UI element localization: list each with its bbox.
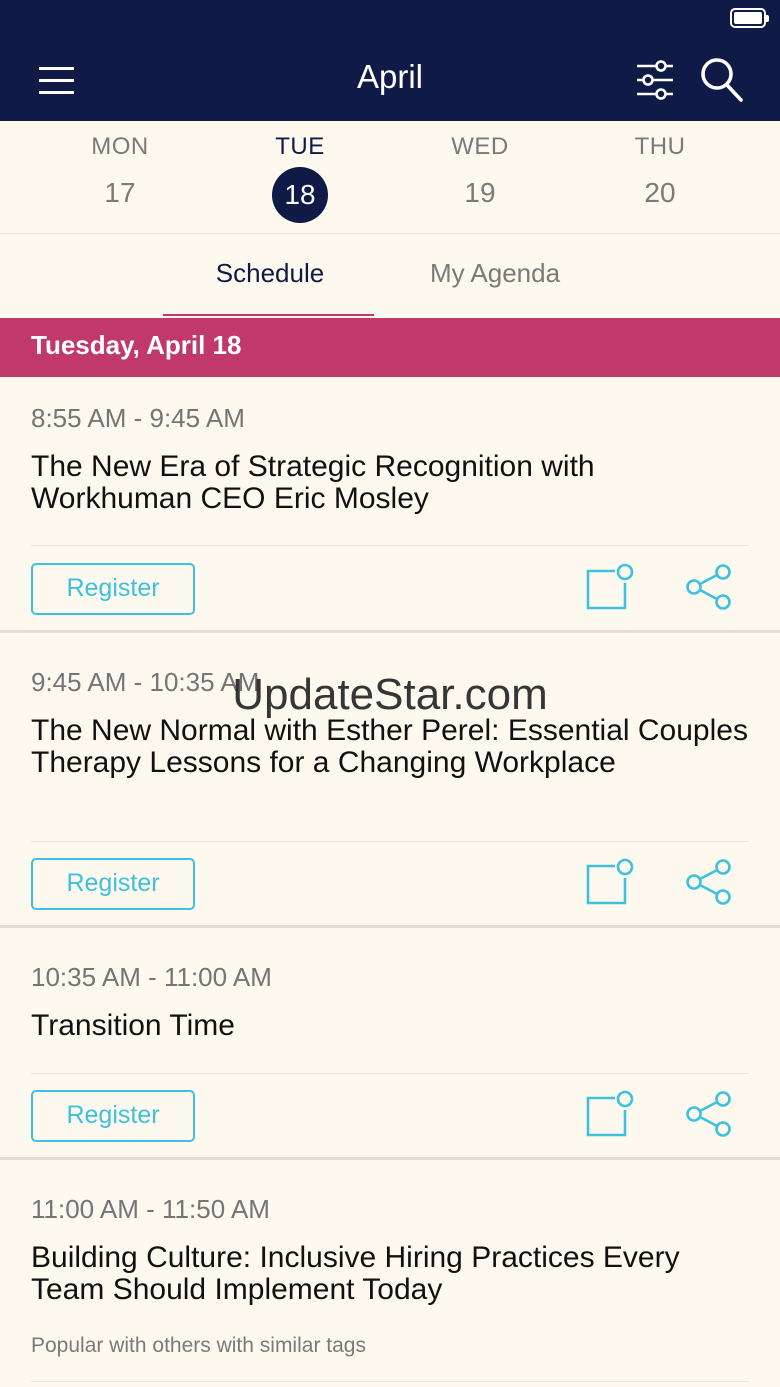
top-navigation-bar: April xyxy=(0,40,780,121)
divider xyxy=(31,1381,749,1382)
date-section-header: Tuesday, April 18 xyxy=(0,318,780,377)
register-button[interactable]: Register xyxy=(31,1090,195,1142)
session-time: 8:55 AM - 9:45 AM xyxy=(31,403,245,433)
add-note-icon[interactable] xyxy=(585,858,635,906)
filter-icon[interactable] xyxy=(635,58,675,102)
session-title: The New Era of Strategic Recognition wit… xyxy=(31,450,595,515)
divider xyxy=(31,545,749,546)
view-tabs: Schedule My Agenda xyxy=(0,234,780,318)
day-name: WED xyxy=(451,133,509,160)
session-time: 11:00 AM - 11:50 AM xyxy=(31,1194,270,1224)
add-note-icon[interactable] xyxy=(585,563,635,611)
day-number: 19 xyxy=(464,177,496,208)
session-title: The New Normal with Esther Perel: Essent… xyxy=(31,714,748,779)
tab-my-agenda[interactable]: My Agenda xyxy=(390,258,600,289)
day-thursday[interactable]: THU 20 xyxy=(600,121,720,233)
day-name: THU xyxy=(634,133,686,160)
tab-schedule[interactable]: Schedule xyxy=(165,258,375,289)
session-card[interactable]: 10:35 AM - 11:00 AM Transition Time Regi… xyxy=(0,928,780,1160)
search-icon[interactable] xyxy=(699,56,745,104)
session-title: Transition Time xyxy=(31,1009,235,1042)
day-selector: MON 17 TUE 18 WED 19 THU 20 xyxy=(0,121,780,234)
session-card[interactable]: 8:55 AM - 9:45 AM The New Era of Strateg… xyxy=(0,377,780,633)
session-card[interactable]: 11:00 AM - 11:50 AM Building Culture: In… xyxy=(0,1160,780,1387)
share-icon[interactable] xyxy=(684,1090,734,1138)
day-number-selected: 18 xyxy=(272,167,328,223)
register-button[interactable]: Register xyxy=(31,563,195,615)
divider xyxy=(31,1073,749,1074)
day-tuesday[interactable]: TUE 18 xyxy=(240,121,360,233)
day-name: TUE xyxy=(275,133,325,160)
recommendation-note: Popular with others with similar tags xyxy=(31,1334,366,1357)
date-header-label: Tuesday, April 18 xyxy=(31,330,242,360)
session-time: 10:35 AM - 11:00 AM xyxy=(31,962,272,992)
day-number: 17 xyxy=(104,177,136,208)
day-wednesday[interactable]: WED 19 xyxy=(420,121,540,233)
watermark: UpdateStar.com xyxy=(232,670,548,719)
day-monday[interactable]: MON 17 xyxy=(60,121,180,233)
status-bar xyxy=(0,0,780,40)
share-icon[interactable] xyxy=(684,858,734,906)
day-name: MON xyxy=(91,133,149,160)
divider xyxy=(31,841,749,842)
active-tab-indicator xyxy=(163,314,374,316)
share-icon[interactable] xyxy=(684,563,734,611)
register-button[interactable]: Register xyxy=(31,858,195,910)
session-title: Building Culture: Inclusive Hiring Pract… xyxy=(31,1241,680,1306)
battery-icon xyxy=(730,8,769,28)
add-note-icon[interactable] xyxy=(585,1090,635,1138)
day-number: 20 xyxy=(644,177,676,208)
